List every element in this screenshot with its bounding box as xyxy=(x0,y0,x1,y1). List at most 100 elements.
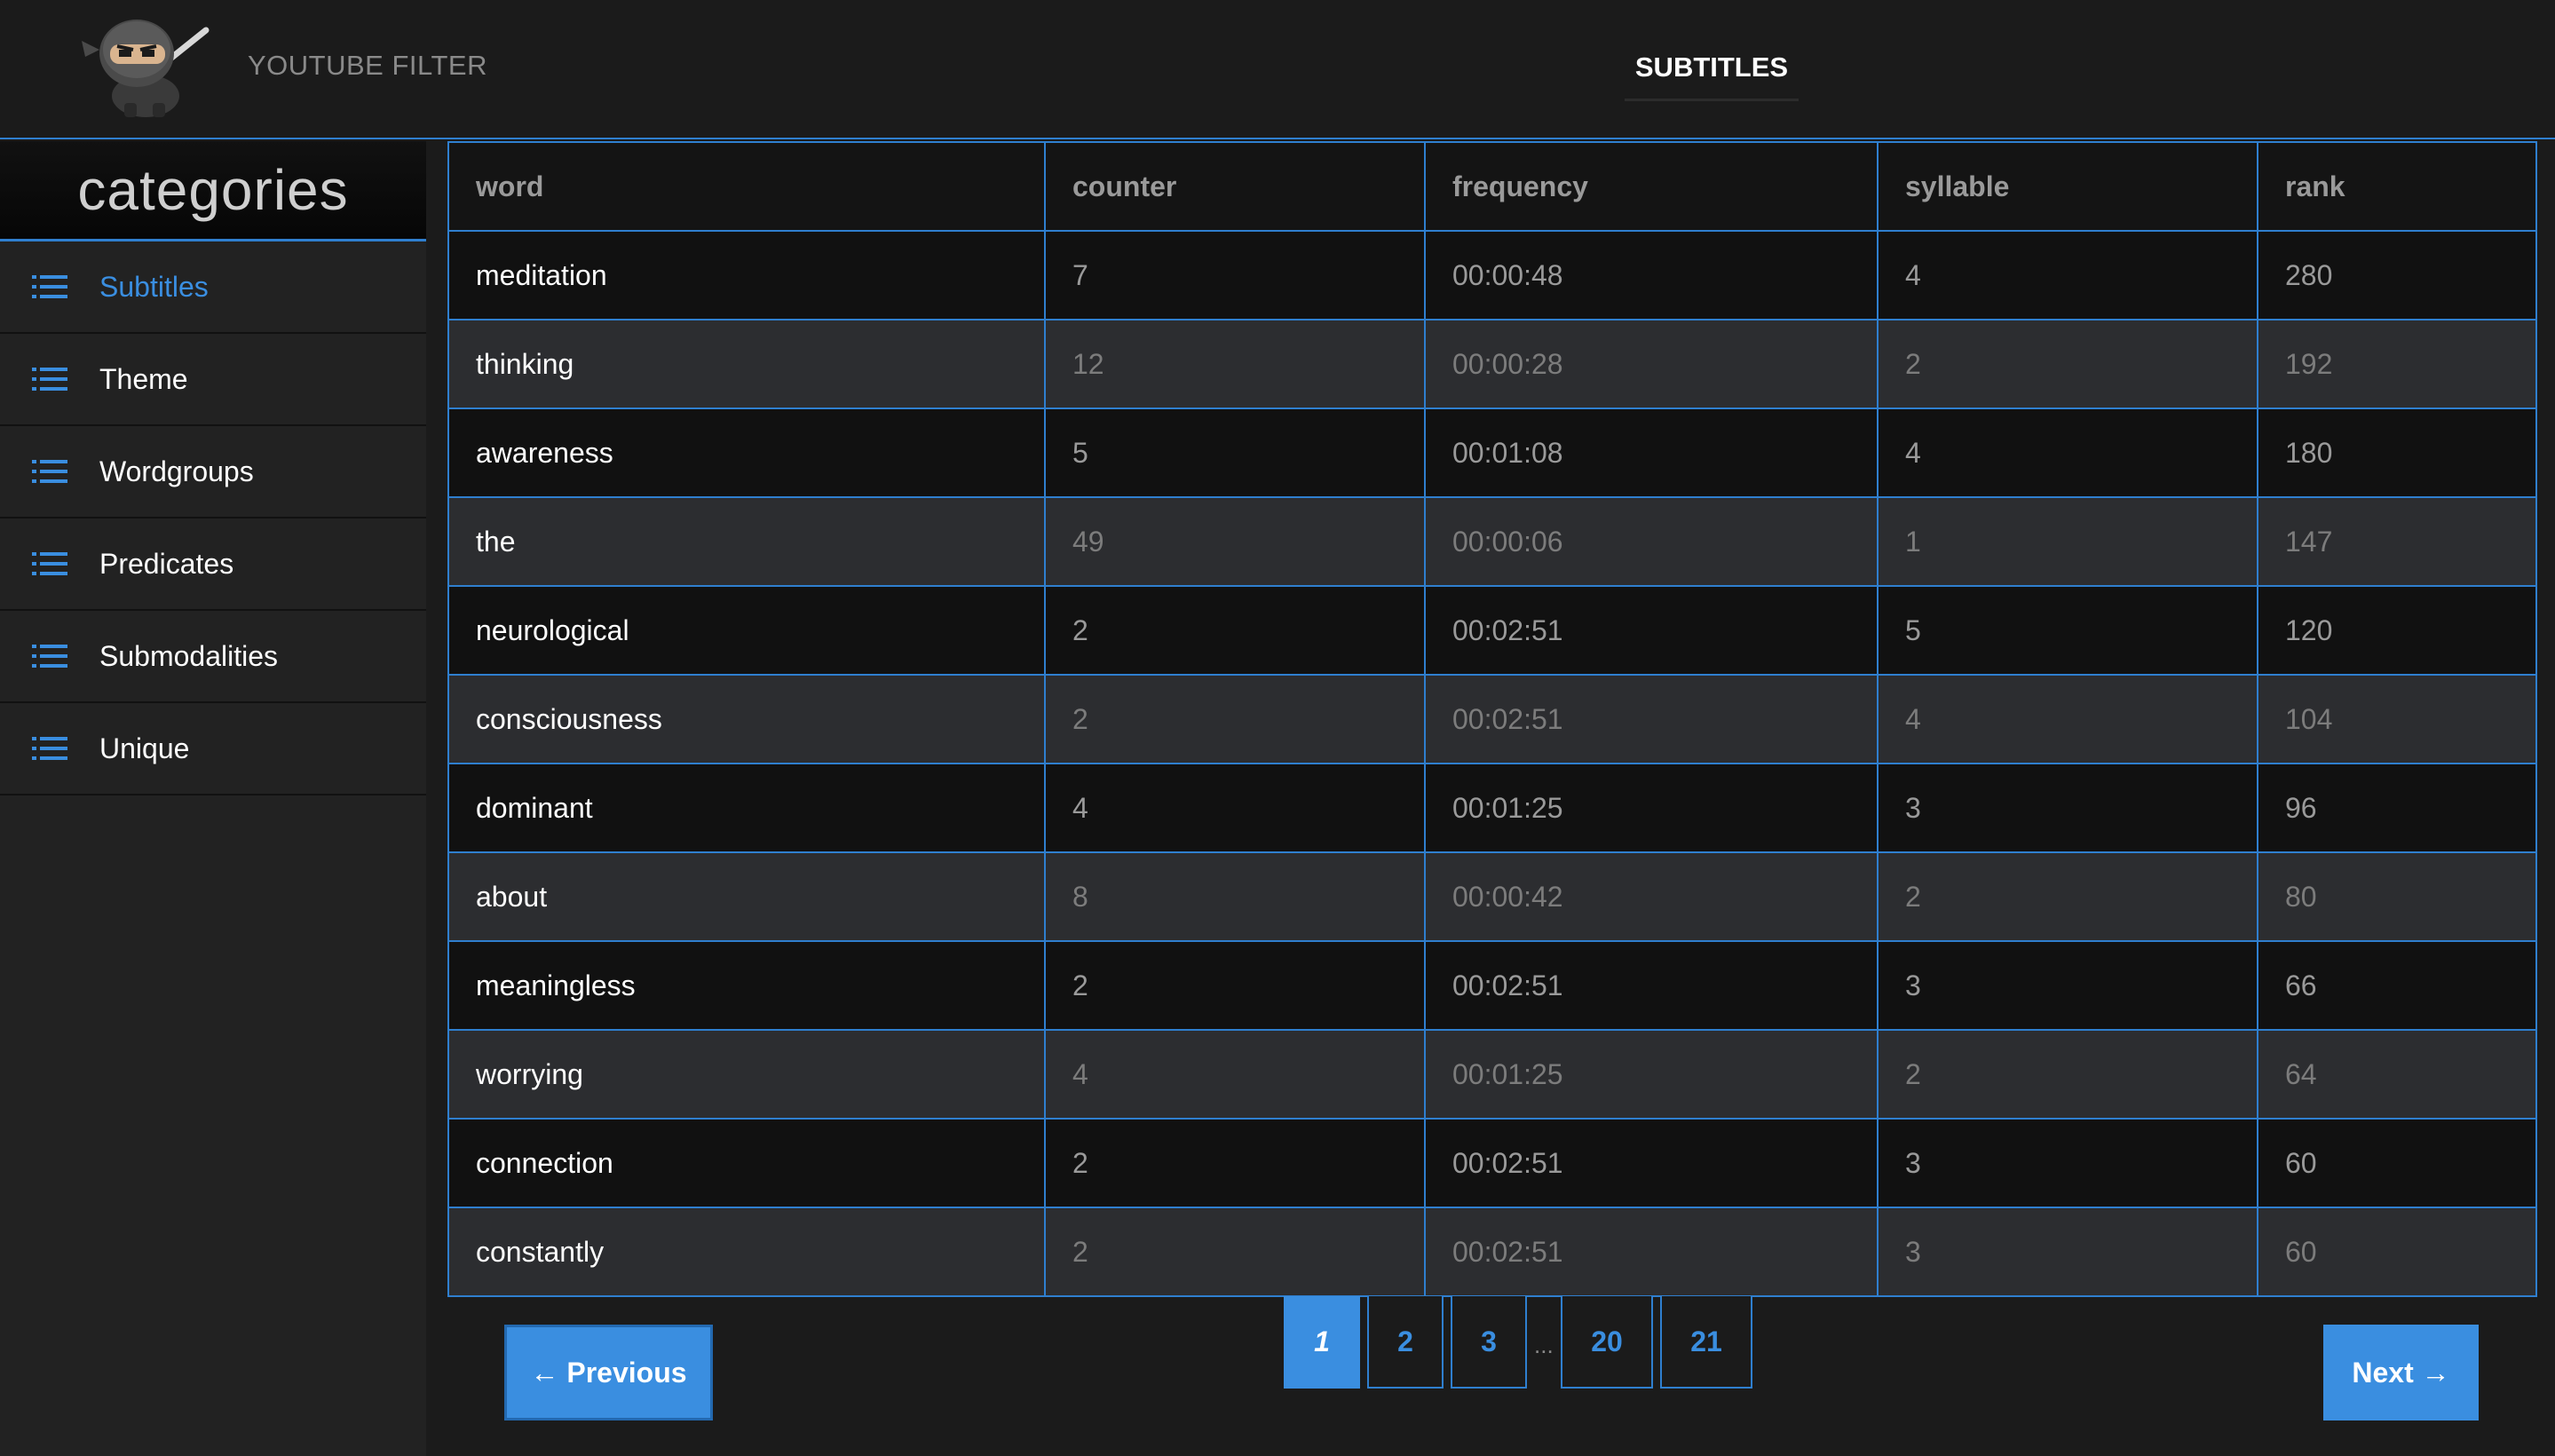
table-row: constantly 2 00:02:51 3 60 xyxy=(447,1207,2537,1297)
cell-frequency: 00:01:25 xyxy=(1424,763,1879,853)
sidebar-item-label: Subtitles xyxy=(99,270,209,303)
cell-frequency: 00:01:25 xyxy=(1424,1029,1879,1120)
cell-syllable: 5 xyxy=(1877,585,2258,676)
cell-rank: 180 xyxy=(2257,408,2537,498)
pagination-ellipsis: ... xyxy=(1534,1332,1554,1358)
sidebar-item-label: Wordgroups xyxy=(99,455,254,487)
column-header-counter[interactable]: counter xyxy=(1044,141,1426,232)
column-header-word[interactable]: word xyxy=(447,141,1046,232)
cell-rank: 147 xyxy=(2257,496,2537,587)
cell-word: worrying xyxy=(447,1029,1046,1120)
top-header: YOUTUBE FILTER SUBTITLES xyxy=(0,0,2555,139)
page-button-2[interactable]: 2 xyxy=(1367,1296,1444,1389)
sidebar-item-submodalities[interactable]: Submodalities xyxy=(0,611,426,703)
cell-counter: 2 xyxy=(1044,1207,1426,1297)
cell-counter: 2 xyxy=(1044,1118,1426,1208)
word-table-container: word counter frequency syllable rank meditat… xyxy=(447,141,2537,1297)
table-header-row: word counter frequency syllable rank xyxy=(447,141,2537,232)
table-row: about 8 00:00:42 2 80 xyxy=(447,851,2537,942)
list-icon xyxy=(32,552,67,575)
cell-rank: 60 xyxy=(2257,1118,2537,1208)
cell-syllable: 2 xyxy=(1877,851,2258,942)
cell-rank: 192 xyxy=(2257,319,2537,409)
cell-counter: 4 xyxy=(1044,1029,1426,1120)
cell-frequency: 00:00:06 xyxy=(1424,496,1879,587)
cell-syllable: 4 xyxy=(1877,674,2258,764)
cell-counter: 8 xyxy=(1044,851,1426,942)
cell-syllable: 2 xyxy=(1877,319,2258,409)
cell-frequency: 00:02:51 xyxy=(1424,674,1879,764)
cell-word: consciousness xyxy=(447,674,1046,764)
cell-counter: 49 xyxy=(1044,496,1426,587)
cell-word: about xyxy=(447,851,1046,942)
column-header-frequency[interactable]: frequency xyxy=(1424,141,1879,232)
sidebar-item-unique[interactable]: Unique xyxy=(0,703,426,795)
cell-syllable: 4 xyxy=(1877,408,2258,498)
cell-word: thinking xyxy=(447,319,1046,409)
cell-word: awareness xyxy=(447,408,1046,498)
list-icon xyxy=(32,460,67,483)
cell-rank: 104 xyxy=(2257,674,2537,764)
cell-counter: 2 xyxy=(1044,674,1426,764)
list-icon xyxy=(32,645,67,668)
sidebar-item-label: Predicates xyxy=(99,547,234,580)
cell-rank: 60 xyxy=(2257,1207,2537,1297)
column-header-syllable[interactable]: syllable xyxy=(1877,141,2258,232)
cell-rank: 64 xyxy=(2257,1029,2537,1120)
app-title: YOUTUBE FILTER xyxy=(248,50,487,81)
cell-word: the xyxy=(447,496,1046,587)
cell-rank: 120 xyxy=(2257,585,2537,676)
cell-rank: 96 xyxy=(2257,763,2537,853)
sidebar: categories Subtitles Theme Wordgroups Predi… xyxy=(0,141,426,1456)
cell-counter: 2 xyxy=(1044,940,1426,1031)
page-button-21[interactable]: 21 xyxy=(1660,1296,1752,1389)
page-button-1[interactable]: 1 xyxy=(1284,1296,1360,1389)
table-row: consciousness 2 00:02:51 4 104 xyxy=(447,674,2537,764)
cell-word: meaningless xyxy=(447,940,1046,1031)
sidebar-item-theme[interactable]: Theme xyxy=(0,334,426,426)
page-button-3[interactable]: 3 xyxy=(1451,1296,1527,1389)
cell-syllable: 4 xyxy=(1877,230,2258,320)
cell-word: meditation xyxy=(447,230,1046,320)
cell-frequency: 00:00:42 xyxy=(1424,851,1879,942)
sidebar-item-wordgroups[interactable]: Wordgroups xyxy=(0,426,426,518)
table-row: dominant 4 00:01:25 3 96 xyxy=(447,763,2537,853)
cell-syllable: 2 xyxy=(1877,1029,2258,1120)
cell-counter: 4 xyxy=(1044,763,1426,853)
table-row: thinking 12 00:00:28 2 192 xyxy=(447,319,2537,409)
table-row: the 49 00:00:06 1 147 xyxy=(447,496,2537,587)
cell-syllable: 3 xyxy=(1877,763,2258,853)
word-table: word counter frequency syllable rank meditat… xyxy=(447,141,2537,1297)
sidebar-heading-box: categories xyxy=(0,141,426,241)
cell-rank: 280 xyxy=(2257,230,2537,320)
table-row: awareness 5 00:01:08 4 180 xyxy=(447,408,2537,498)
cell-counter: 5 xyxy=(1044,408,1426,498)
cell-frequency: 00:01:08 xyxy=(1424,408,1879,498)
sidebar-item-label: Submodalities xyxy=(99,639,278,672)
sidebar-menu: Subtitles Theme Wordgroups Predicates Submod… xyxy=(0,241,426,795)
column-header-rank[interactable]: rank xyxy=(2257,141,2537,232)
table-row: connection 2 00:02:51 3 60 xyxy=(447,1118,2537,1208)
table-row: meaningless 2 00:02:51 3 66 xyxy=(447,940,2537,1031)
previous-button[interactable]: ← Previous xyxy=(504,1325,713,1420)
cell-word: connection xyxy=(447,1118,1046,1208)
cell-word: neurological xyxy=(447,585,1046,676)
tab-subtitles[interactable]: SUBTITLES xyxy=(1625,36,1799,101)
sidebar-item-subtitles[interactable]: Subtitles xyxy=(0,241,426,334)
page-button-20[interactable]: 20 xyxy=(1561,1296,1653,1389)
cell-word: dominant xyxy=(447,763,1046,853)
table-row: worrying 4 00:01:25 2 64 xyxy=(447,1029,2537,1120)
next-button[interactable]: Next → xyxy=(2323,1325,2479,1420)
cell-frequency: 00:00:28 xyxy=(1424,319,1879,409)
cell-rank: 66 xyxy=(2257,940,2537,1031)
list-icon xyxy=(32,275,67,298)
table-row: neurological 2 00:02:51 5 120 xyxy=(447,585,2537,676)
table-row: meditation 7 00:00:48 4 280 xyxy=(447,230,2537,320)
cell-counter: 7 xyxy=(1044,230,1426,320)
cell-frequency: 00:02:51 xyxy=(1424,940,1879,1031)
cell-frequency: 00:00:48 xyxy=(1424,230,1879,320)
cell-syllable: 3 xyxy=(1877,940,2258,1031)
sidebar-item-predicates[interactable]: Predicates xyxy=(0,518,426,611)
sidebar-item-label: Theme xyxy=(99,362,188,395)
cell-frequency: 00:02:51 xyxy=(1424,1207,1879,1297)
